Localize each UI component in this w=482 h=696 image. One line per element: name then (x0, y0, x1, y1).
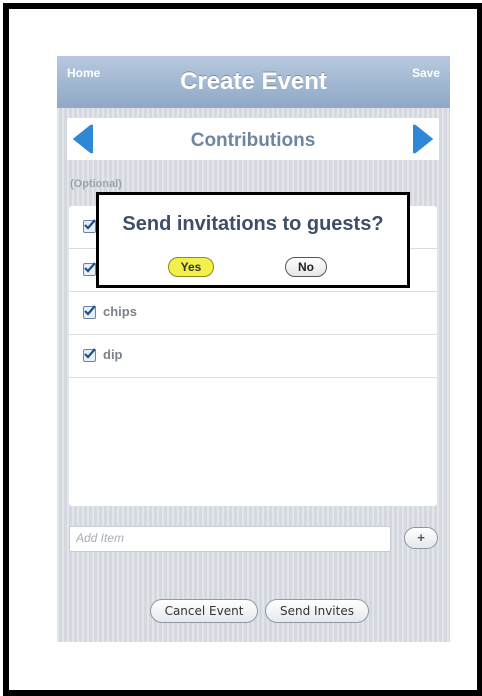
list-item[interactable]: chips (69, 292, 437, 335)
optional-label: (Optional) (70, 178, 122, 190)
right-arrow-icon[interactable] (411, 123, 435, 155)
yes-button[interactable]: Yes (168, 257, 214, 277)
add-item-button[interactable]: + (404, 527, 438, 549)
no-button[interactable]: No (285, 257, 327, 277)
checkbox-icon[interactable] (83, 348, 96, 362)
save-button[interactable]: Save (412, 66, 440, 80)
page-title: Create Event (180, 68, 327, 95)
checkbox-icon[interactable] (83, 305, 96, 319)
list-item[interactable]: dip (69, 335, 437, 378)
section-navigator: Contributions (67, 118, 439, 160)
section-title: Contributions (190, 130, 316, 151)
list-item-label: chips (103, 304, 137, 319)
checkbox-icon[interactable] (83, 219, 96, 233)
add-item-input[interactable]: Add Item (69, 526, 391, 552)
checkbox-icon[interactable] (83, 262, 96, 276)
title-bar: Home Create Event Save (57, 56, 450, 108)
phone-screen: Home Create Event Save Contributions (Op… (57, 56, 450, 642)
list-item-label: dip (103, 347, 123, 362)
send-invites-button[interactable]: Send Invites (265, 599, 369, 623)
confirm-dialog: Send invitations to guests? Yes No (96, 192, 410, 288)
dialog-question: Send invitations to guests? (122, 213, 384, 235)
cancel-event-button[interactable]: Cancel Event (150, 599, 258, 623)
